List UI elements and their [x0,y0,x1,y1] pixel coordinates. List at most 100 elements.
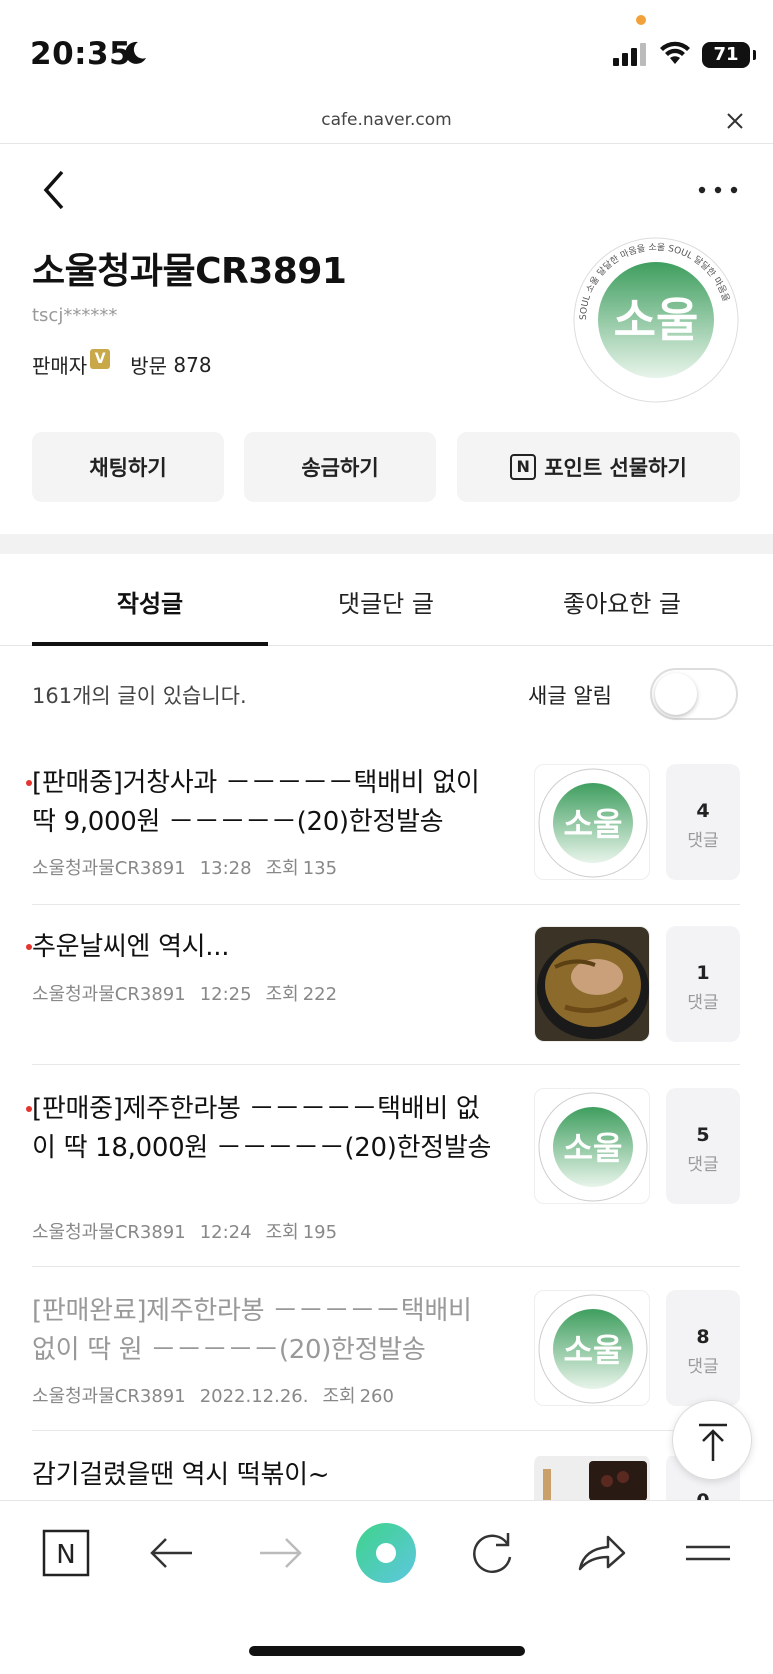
list-item[interactable]: [판매중]제주한라봉 －－－－－택배비 없이 딱 18,000원 －－－－－(2… [26,1088,740,1270]
post-thumbnail[interactable] [534,1456,650,1500]
verified-badge: V [90,348,111,369]
soul-logo-thumb: 소울 [538,1092,648,1202]
comment-label: 댓글 [687,1155,719,1175]
views-count: 222 [302,984,338,1005]
comment-count-box[interactable]: 8 댓글 [666,1290,740,1406]
views-label: 조회 [322,1386,356,1407]
views-label: 조회 [265,984,299,1005]
post-meta: 소울청과물CR3891 2022.12.26. 조회 260 [32,1382,408,1408]
divider [32,1430,740,1431]
list-item[interactable]: 추운날씨엔 역시... 소울청과물CR3891 12:25 조회 222 1 댓글 [26,926,740,1062]
post-count: 161개의 글이 있습니다. [32,684,247,708]
comment-count: 8 [696,1326,710,1348]
tteokbokki-photo-thumb [535,1456,649,1500]
profile-name: 소울청과물CR3891 [32,251,347,292]
refresh-icon [473,1533,512,1574]
browser-url-bar: cafe.naver.com [0,100,773,144]
url-text[interactable]: cafe.naver.com [0,110,773,130]
new-post-alert-toggle[interactable] [650,668,738,720]
naver-home-button[interactable]: N [36,1523,96,1583]
transfer-button[interactable]: 송금하기 [244,432,436,502]
list-item[interactable]: 감기걸렸을땐 역시 떡볶이~ 0 [32,1456,740,1500]
post-title[interactable]: 감기걸렸을땐 역시 떡볶이~ [32,1456,502,1495]
comment-count-box[interactable]: 5 댓글 [666,1088,740,1204]
post-author: 소울청과물CR3891 [32,984,186,1005]
post-title[interactable]: [판매완료]제주한라봉 －－－－－택배비 없이 딱 원 －－－－－(20)한정발… [32,1292,502,1370]
post-time: 12:24 [199,1222,252,1243]
comment-count-box[interactable]: 1 댓글 [666,926,740,1042]
comment-count-box[interactable]: 4 댓글 [666,764,740,880]
tab-written-posts[interactable]: 작성글 [32,584,268,619]
post-title[interactable]: [판매중]제주한라봉 －－－－－택배비 없이 딱 18,000원 －－－－－(2… [32,1090,502,1168]
profile-avatar-logo[interactable]: SOUL 소울 달달한 마음을 소울 SOUL 달달한 마음을 소울 [572,236,740,404]
views-count: 135 [302,858,338,879]
comment-label: 댓글 [687,993,719,1013]
post-meta: 소울청과물CR3891 12:24 조회 195 [32,1218,351,1244]
comment-count: 1 [696,962,710,984]
comment-count: 0 [666,1490,740,1500]
section-divider [0,534,773,554]
arrow-up-icon [699,1423,727,1461]
comment-label: 댓글 [687,831,719,851]
cellular-signal-icon [613,43,646,66]
post-thumbnail[interactable] [534,926,650,1042]
status-bar: 20:35 71 [0,0,773,100]
list-item[interactable]: [판매중]거창사과 －－－－－택배비 없이 딱 9,000원 －－－－－(20)… [26,764,740,904]
arrow-left-icon [150,1538,192,1568]
soul-logo-thumb: 소울 [538,768,648,878]
menu-button[interactable] [678,1523,738,1583]
post-title[interactable]: 추운날씨엔 역시... [32,928,502,967]
visit-label: 방문 [130,354,168,378]
chat-button[interactable]: 채팅하기 [32,432,224,502]
svg-text:소울: 소울 [564,805,623,843]
refresh-button[interactable] [462,1523,522,1583]
toggle-knob [655,673,697,715]
member-info: 판매자 V 방문 878 [32,348,212,379]
post-thumbnail[interactable]: 소울 [534,764,650,880]
more-options-icon[interactable] [696,178,740,202]
new-post-alert-label: 새글 알림 [528,684,612,708]
tab-bar: 작성글 댓글단 글 좋아요한 글 [0,554,773,646]
svg-text:소울: 소울 [614,293,699,347]
post-title[interactable]: [판매중]거창사과 －－－－－택배비 없이 딱 9,000원 －－－－－(20)… [32,764,502,842]
comment-count: 5 [696,1124,710,1146]
share-button[interactable] [570,1523,630,1583]
post-author: 소울청과물CR3891 [32,1222,186,1243]
views-count: 260 [359,1386,394,1407]
views-count: 195 [302,1222,338,1243]
member-role: 판매자 [32,354,88,378]
close-icon[interactable] [720,106,750,136]
hamburger-menu-icon [686,1545,730,1561]
arrow-right-icon [260,1538,302,1568]
post-author: 소울청과물CR3891 [32,1386,186,1407]
visit-count: 878 [173,352,212,377]
post-time: 13:28 [199,858,252,879]
tab-commented-posts[interactable]: 댓글단 글 [268,584,504,619]
back-arrow-icon[interactable] [38,168,70,212]
views-label: 조회 [265,1222,299,1243]
post-time: 2022.12.26. [199,1386,309,1407]
list-item[interactable]: [판매완료]제주한라봉 －－－－－택배비 없이 딱 원 －－－－－(20)한정발… [32,1290,740,1432]
recording-indicator-icon [636,15,646,25]
svg-text:소울: 소울 [564,1129,623,1167]
soul-logo-thumb: 소울 [538,1294,648,1404]
post-meta: 소울청과물CR3891 13:28 조회 135 [32,854,351,880]
soup-photo-thumb [535,927,649,1041]
share-icon [578,1535,626,1571]
post-thumbnail[interactable]: 소울 [534,1088,650,1204]
post-author: 소울청과물CR3891 [32,858,186,879]
battery-icon: 71 [702,42,756,68]
green-dot-button[interactable] [356,1523,416,1583]
back-button[interactable] [142,1523,202,1583]
divider [32,904,740,905]
gift-points-button[interactable]: N 포인트 선물하기 [457,432,740,502]
scroll-to-top-button[interactable] [672,1400,752,1480]
divider [32,1064,740,1065]
comment-count: 4 [696,800,710,822]
status-time: 20:35 [30,36,132,72]
tab-liked-posts[interactable]: 좋아요한 글 [504,584,740,619]
forward-button[interactable] [250,1523,310,1583]
transfer-button-label: 송금하기 [301,456,379,480]
post-thumbnail[interactable]: 소울 [534,1290,650,1406]
chat-button-label: 채팅하기 [89,456,167,480]
